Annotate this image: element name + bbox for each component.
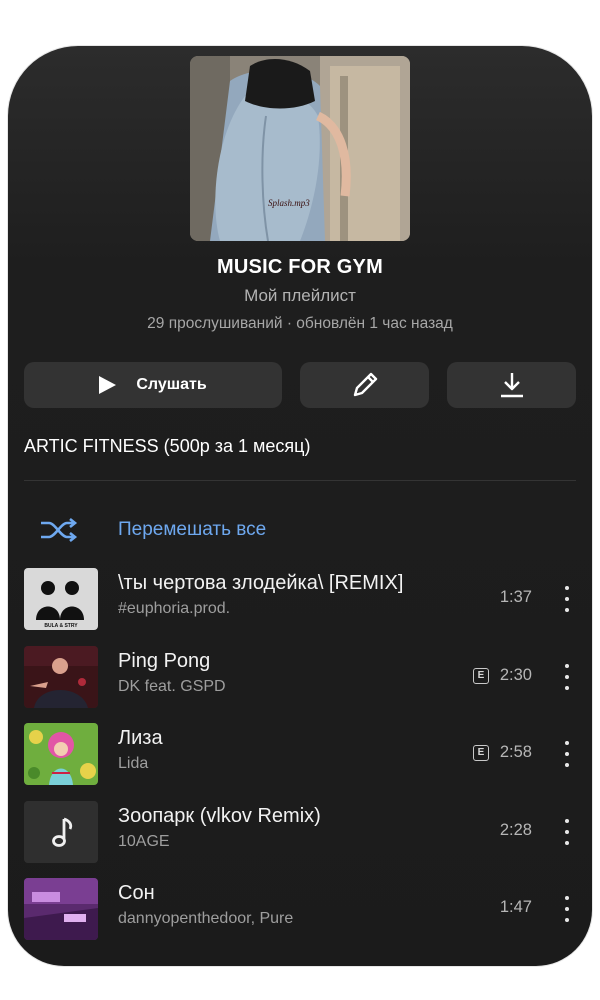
shuffle-all-button[interactable]: Перемешать все xyxy=(24,510,266,550)
playlist-cover: Splash.mp3 xyxy=(190,56,410,241)
track-title: Сон xyxy=(118,882,155,904)
track-artist: #euphoria.prod. xyxy=(118,600,231,617)
pencil-icon xyxy=(353,372,377,397)
play-button[interactable]: Слушать xyxy=(24,362,282,408)
divider xyxy=(24,480,576,481)
track-artist: 10AGE xyxy=(118,833,170,850)
download-icon xyxy=(500,373,523,398)
track-artist: Lida xyxy=(118,755,149,772)
more-options-button[interactable] xyxy=(562,586,572,612)
more-options-button[interactable] xyxy=(562,741,572,767)
playlist-subtitle[interactable]: Мой плейлист xyxy=(8,286,592,306)
cover-watermark: Splash.mp3 xyxy=(268,198,310,208)
track-title: Лиза xyxy=(118,727,163,749)
track-row[interactable]: Лиза Lida E 2:58 xyxy=(24,723,576,785)
shuffle-icon xyxy=(41,518,78,542)
explicit-badge: E xyxy=(473,745,489,761)
track-title: \ты чертова злодейка\ [REMIX] xyxy=(118,572,404,594)
play-icon xyxy=(99,376,117,394)
download-button[interactable] xyxy=(447,362,576,408)
track-thumbnail xyxy=(24,723,98,785)
track-artist: dannyopenthedoor, Pure xyxy=(118,910,294,927)
track-row[interactable]: Ping Pong DK feat. GSPD E 2:30 xyxy=(24,646,576,708)
track-row[interactable]: Зоопарк (vlkov Remix) 10AGE 2:28 xyxy=(24,801,576,863)
track-row[interactable]: BULA & STRY \ты чертова злодейка\ [REMIX… xyxy=(24,568,576,630)
track-row[interactable]: Сон dannyopenthedoor, Pure 1:47 xyxy=(24,878,576,940)
more-options-button[interactable] xyxy=(562,819,572,845)
more-options-button[interactable] xyxy=(562,896,572,922)
playlist-title: MUSIC FOR GYM xyxy=(217,256,383,278)
track-thumbnail xyxy=(24,646,98,708)
edit-button[interactable] xyxy=(300,362,429,408)
playlist-stats: 29 прослушиваний · обновлён 1 час назад xyxy=(147,315,453,332)
track-thumbnail xyxy=(24,801,98,863)
track-duration: 2:30 xyxy=(499,666,532,684)
thumb-caption: BULA & STRY xyxy=(44,623,78,629)
track-artist: DK feat. GSPD xyxy=(118,678,226,695)
playlist-screen: Splash.mp3 MUSIC FOR GYM Мой плейлист 29… xyxy=(8,46,592,966)
playlist-description: ARTIC FITNESS (500р за 1 месяц) xyxy=(24,436,311,456)
track-title: Ping Pong xyxy=(118,650,211,672)
more-options-button[interactable] xyxy=(562,664,572,690)
track-duration: 2:28 xyxy=(499,821,532,839)
play-button-label: Слушать xyxy=(136,376,207,393)
track-duration: 1:37 xyxy=(499,588,532,606)
explicit-badge: E xyxy=(473,668,489,684)
track-duration: 1:47 xyxy=(499,898,532,916)
music-note-icon xyxy=(24,801,98,863)
shuffle-label: Перемешать все xyxy=(118,519,267,540)
track-thumbnail: BULA & STRY xyxy=(24,568,98,630)
track-duration: 2:58 xyxy=(499,743,532,761)
track-title: Зоопарк (vlkov Remix) xyxy=(118,805,321,827)
track-thumbnail xyxy=(24,878,98,940)
